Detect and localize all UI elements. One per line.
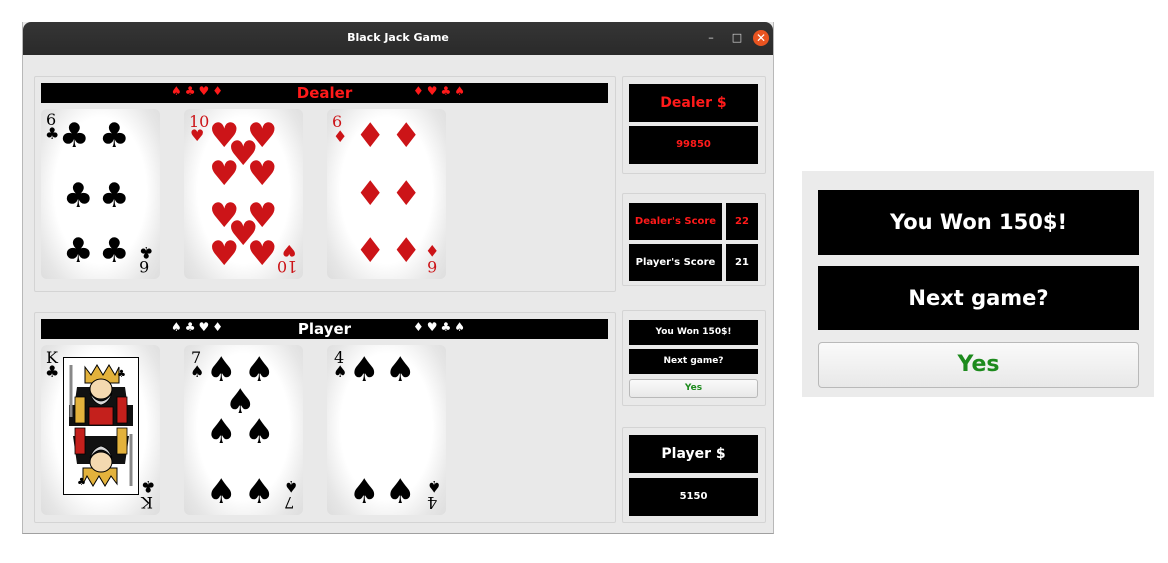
dealer-banner-label: Dealer <box>296 84 353 102</box>
diamond-icon: ♦ <box>355 116 386 156</box>
heart-icon: ♥ <box>247 154 278 194</box>
heart-icon: ♥ <box>209 154 240 194</box>
spade-icon: ♠ <box>349 472 380 512</box>
diamond-icon: ♦ <box>355 231 386 271</box>
spade-icon: ♠ <box>385 350 416 390</box>
diamond-icon: ♦ <box>391 174 422 214</box>
title-bar[interactable]: Black Jack Game – □ ✕ <box>23 22 773 55</box>
club-icon: ♣ <box>63 176 94 216</box>
player-card-3: 4 ♠ ♠ ♠ ♠ ♠ ♠ 4 <box>327 345 446 515</box>
club-icon: ♣ <box>45 124 60 143</box>
minimize-icon[interactable]: – <box>703 30 719 46</box>
zoomed-yes-button[interactable]: Yes <box>818 342 1139 388</box>
spade-icon: ♠ <box>349 350 380 390</box>
result-message: You Won 150$! <box>629 320 758 345</box>
player-score-label: Player's Score <box>629 244 722 281</box>
card-rank: 10 <box>277 257 298 276</box>
spade-icon: ♠ <box>190 362 205 381</box>
diamond-icon: ♦ <box>391 116 422 156</box>
player-banner-label: Player <box>297 320 352 338</box>
spade-icon: ♠ <box>385 472 416 512</box>
card-rank: 7 <box>284 493 295 512</box>
player-banner-suits-right: ♦♥♣♠ <box>413 320 469 334</box>
club-icon: ♣ <box>141 477 156 496</box>
dealer-banner-suits-right: ♦♥♣♠ <box>413 84 469 98</box>
maximize-icon[interactable]: □ <box>729 30 745 46</box>
zoomed-result-message: You Won 150$! <box>818 190 1139 255</box>
dealer-banner: ♠♣♥♦ Dealer ♦♥♣♠ <box>41 83 608 103</box>
dealer-score-label: Dealer's Score <box>629 203 722 240</box>
diamond-icon: ♦ <box>391 231 422 271</box>
player-money-label: Player $ <box>629 435 758 473</box>
spade-icon: ♠ <box>206 412 237 452</box>
player-card-2: 7 ♠ ♠ ♠ ♠ ♠ ♠ ♠ ♠ ♠ 7 <box>184 345 303 515</box>
spade-icon: ♠ <box>244 412 275 452</box>
dealer-card-2: 10 ♥ ♥ ♥ ♥ ♥ ♥ ♥ ♥ ♥ ♥ ♥ ♥ 10 <box>184 109 303 279</box>
heart-icon: ♥ <box>282 241 297 260</box>
dealer-score-value: 22 <box>726 203 758 240</box>
diamond-icon: ♦ <box>333 127 348 146</box>
dealer-money-label: Dealer $ <box>629 84 758 122</box>
next-game-prompt: Next game? <box>629 349 758 374</box>
svg-text:♣: ♣ <box>77 477 86 488</box>
club-icon: ♣ <box>63 231 94 271</box>
diamond-icon: ♦ <box>425 241 440 260</box>
king-face-art: ♣ ♣ <box>63 357 139 495</box>
blackjack-window: Black Jack Game – □ ✕ ♠♣♥♦ Dealer ♦♥♣♠ 6… <box>22 22 774 534</box>
zoomed-result-panel: You Won 150$! Next game? Yes <box>802 171 1154 397</box>
heart-icon: ♥ <box>209 234 240 274</box>
spade-icon: ♠ <box>206 472 237 512</box>
club-icon: ♣ <box>59 116 90 156</box>
dealer-card-3: 6 ♦ ♦ ♦ ♦ ♦ ♦ ♦ ♦ 6 <box>327 109 446 279</box>
player-banner: ♠♣♥♦ Player ♦♥♣♠ <box>41 319 608 339</box>
club-icon: ♣ <box>45 362 60 381</box>
card-rank: 6 <box>427 257 438 276</box>
spade-icon: ♠ <box>284 477 299 496</box>
club-icon: ♣ <box>99 176 130 216</box>
close-icon[interactable]: ✕ <box>753 30 769 46</box>
yes-button[interactable]: Yes <box>629 379 758 398</box>
svg-text:♣: ♣ <box>117 369 126 380</box>
heart-icon: ♥ <box>190 126 205 145</box>
card-rank: 6 <box>139 257 150 276</box>
dealer-card-1: 6 ♣ ♣ ♣ ♣ ♣ ♣ ♣ ♣ 6 <box>41 109 160 279</box>
card-rank: 4 <box>427 493 438 512</box>
spade-icon: ♠ <box>333 362 348 381</box>
spade-icon: ♠ <box>244 472 275 512</box>
dealer-money-value: 99850 <box>629 126 758 164</box>
player-score-value: 21 <box>726 244 758 281</box>
player-money-value: 5150 <box>629 478 758 516</box>
heart-icon: ♥ <box>247 234 278 274</box>
player-card-1: K ♣ ♣ ♣ ♣ K <box>41 345 160 515</box>
card-rank: K <box>141 493 153 512</box>
spade-icon: ♠ <box>427 477 442 496</box>
zoomed-next-game-prompt: Next game? <box>818 266 1139 330</box>
window-title: Black Jack Game <box>347 31 449 44</box>
diamond-icon: ♦ <box>355 174 386 214</box>
club-icon: ♣ <box>99 116 130 156</box>
club-icon: ♣ <box>99 231 130 271</box>
